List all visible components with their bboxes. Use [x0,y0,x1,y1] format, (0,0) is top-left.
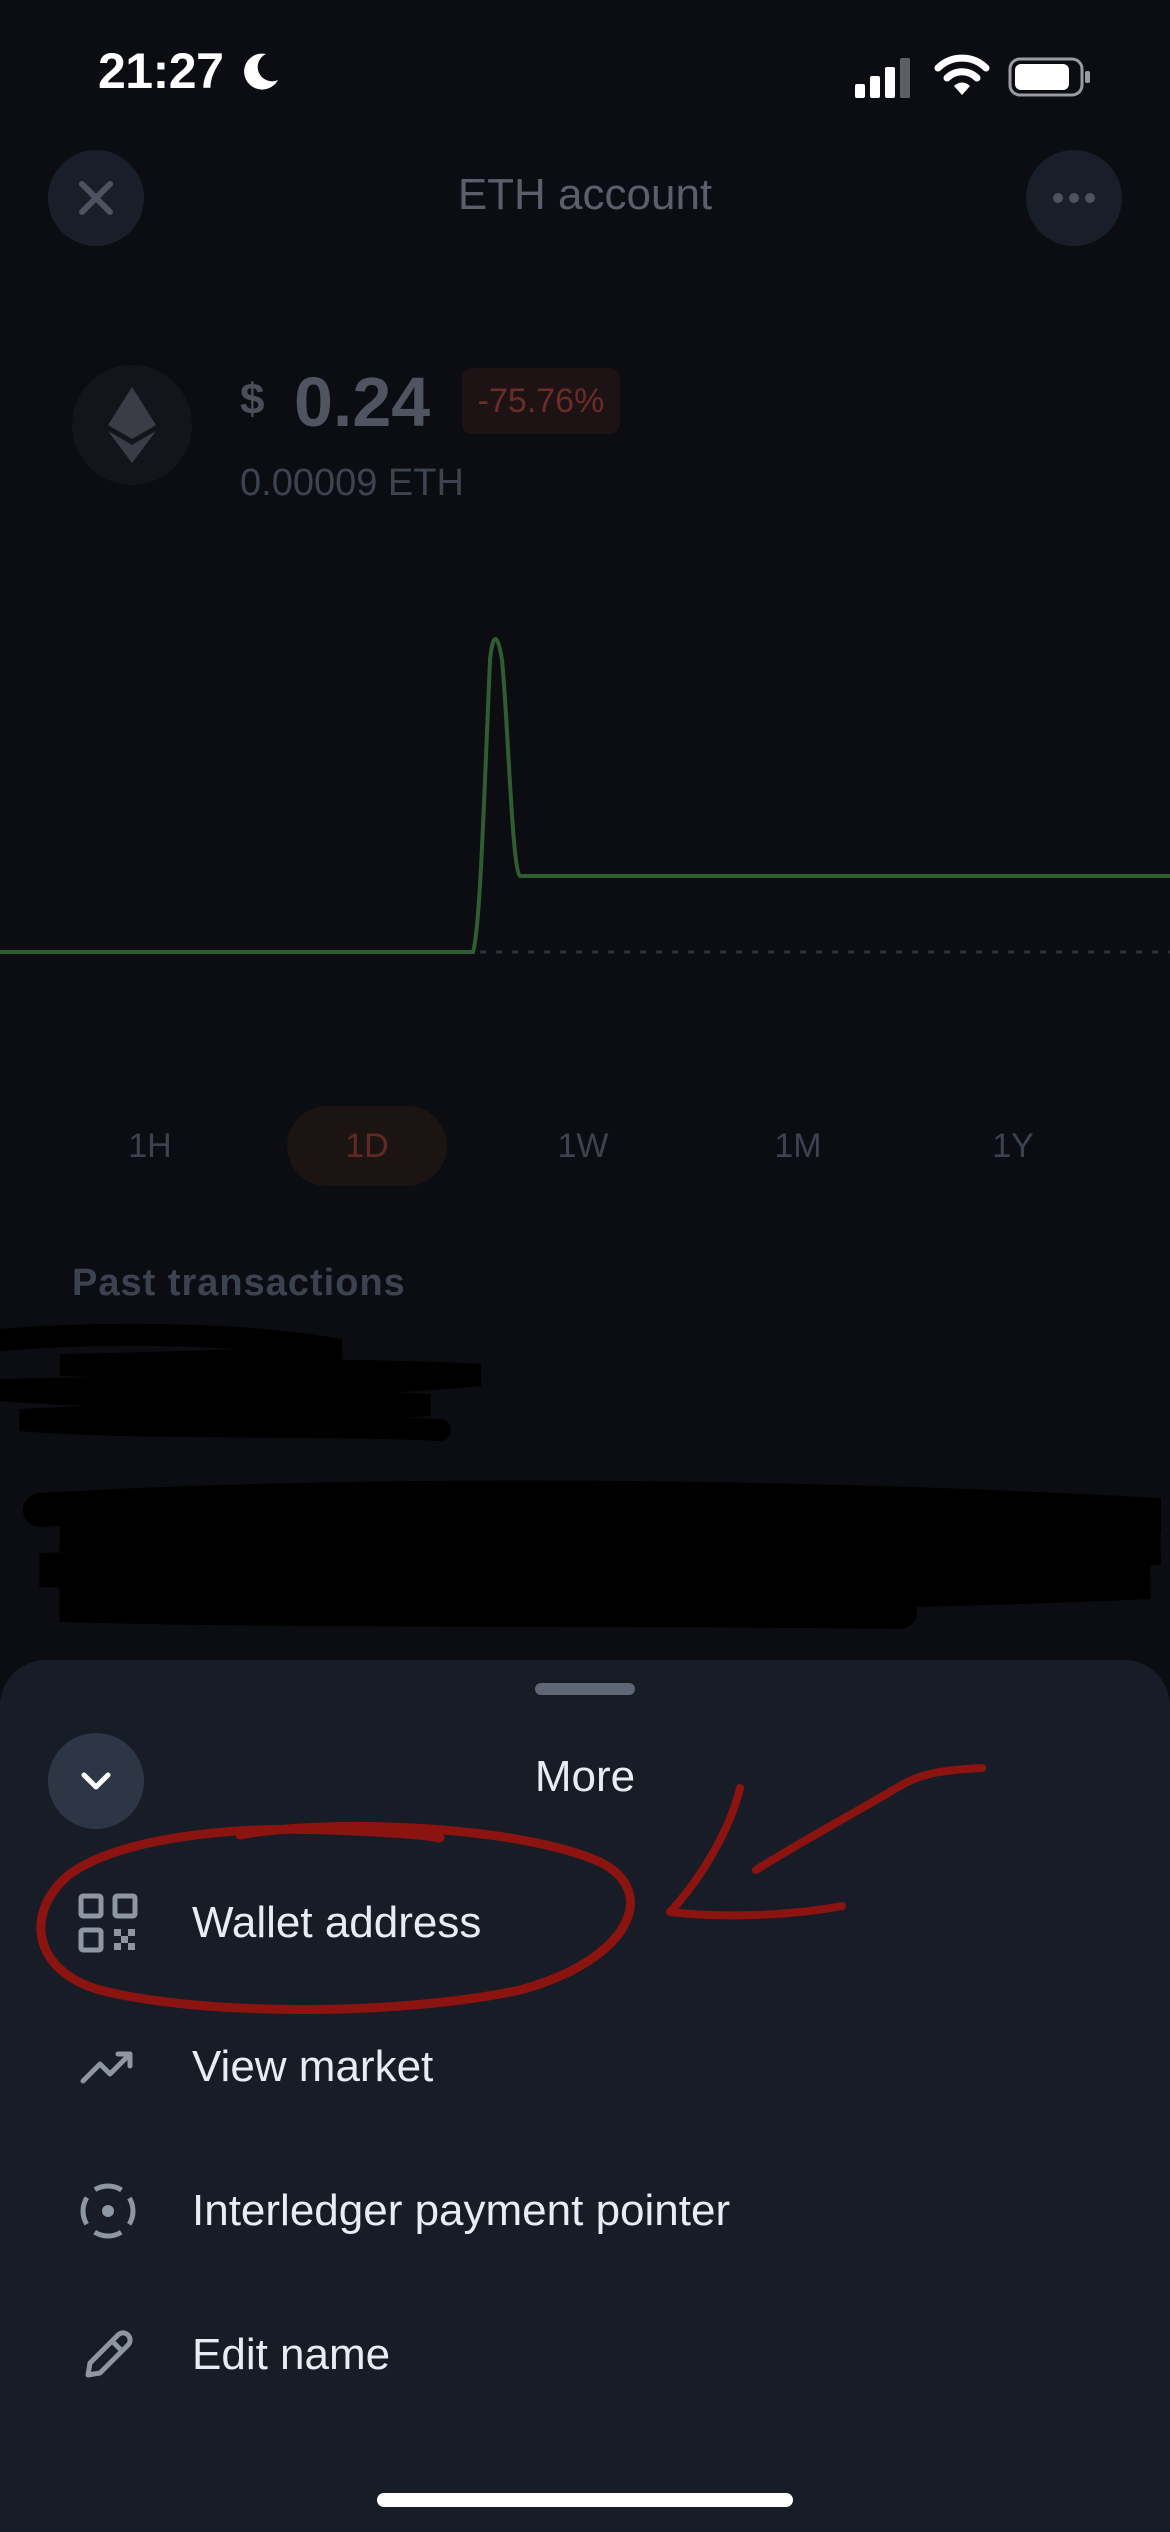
timeframe-1m[interactable]: 1M [738,1106,858,1186]
price-chart[interactable] [0,600,1170,980]
ethereum-logo-icon [72,365,192,485]
chart-line [0,637,1170,954]
menu-item-wallet-address[interactable]: Wallet address [0,1858,1170,1988]
menu-item-label: Edit name [192,2330,391,2379]
sheet-drag-handle[interactable] [535,1683,635,1695]
ellipsis-icon [1053,193,1095,203]
eth-amount: 0.00009 ETH [240,462,464,504]
timeframe-1h[interactable]: 1H [90,1106,210,1186]
moon-icon [244,53,278,90]
cellular-signal-icon [855,58,910,98]
currency-symbol: $ [240,375,265,424]
wifi-icon [934,54,990,95]
past-transactions-title: Past transactions [72,1262,406,1304]
menu-item-interledger-payment-pointer[interactable]: Interledger payment pointer [0,2146,1170,2276]
home-indicator[interactable] [377,2493,793,2507]
redaction-scribble [0,1323,1161,1629]
battery-icon [1008,57,1090,97]
trending-up-icon [72,2031,144,2103]
balance-amount: 0.24 [294,363,431,441]
sheet-title: More [534,1752,636,1801]
status-bar: 21:27 [0,0,1170,150]
menu-item-label: Interledger payment pointer [192,2186,731,2235]
target-icon [72,2175,144,2247]
timeframe-1y[interactable]: 1Y [953,1106,1073,1186]
change-badge: -75.76% [462,368,620,434]
pencil-icon [72,2319,144,2391]
more-options-button[interactable] [1026,150,1122,246]
page-title: ETH account [457,170,713,219]
menu-item-label: View market [192,2042,434,2091]
menu-item-edit-name[interactable]: Edit name [0,2290,1170,2420]
status-time: 21:27 [98,43,224,99]
menu-item-view-market[interactable]: View market [0,2002,1170,2132]
timeframe-1d[interactable]: 1D [287,1106,447,1186]
qr-code-icon [72,1887,144,1959]
menu-item-label: Wallet address [192,1898,482,1947]
timeframe-1w[interactable]: 1W [523,1106,643,1186]
